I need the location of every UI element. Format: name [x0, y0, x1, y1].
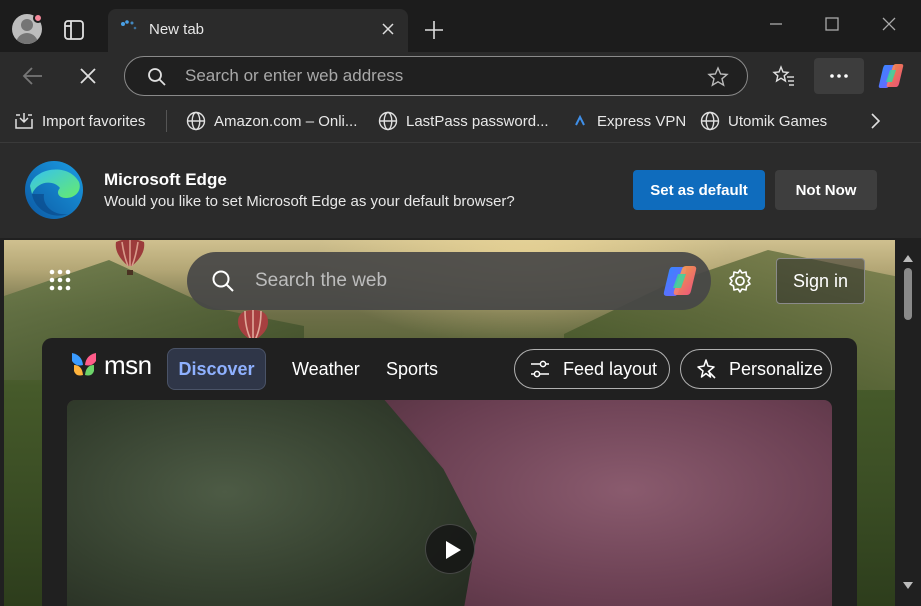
favorite-import-favorites[interactable]: Import favorites	[14, 110, 145, 132]
globe-icon	[378, 111, 398, 131]
msn-butterfly-icon	[72, 353, 96, 376]
hot-air-balloon-image	[238, 310, 268, 341]
copilot-icon[interactable]	[661, 264, 699, 298]
favorites-divider	[166, 110, 167, 132]
scrollbar-thumb[interactable]	[904, 268, 912, 320]
scroll-down-arrow-icon[interactable]	[902, 578, 914, 589]
globe-icon	[186, 111, 206, 131]
infobar-title: Microsoft Edge	[104, 170, 227, 189]
avatar-body	[16, 33, 38, 44]
new-tab-page: Sign in msn Discover Weather Sports Feed…	[4, 240, 895, 606]
expressvpn-icon	[575, 114, 585, 126]
back-arrow-icon[interactable]	[20, 64, 46, 88]
favorite-label: Amazon.com – Onli...	[214, 112, 358, 130]
settings-and-more-button[interactable]	[814, 58, 864, 94]
tab-actions-icon[interactable]	[60, 16, 88, 44]
favorite-label: Express VPN	[597, 112, 687, 130]
not-now-button[interactable]: Not Now	[775, 170, 877, 210]
msn-brand-text: msn	[104, 349, 152, 380]
apps-launcher-icon[interactable]	[48, 268, 72, 292]
tab-title: New tab	[149, 21, 205, 38]
favorite-express-vpn[interactable]: Express VPN	[571, 110, 686, 132]
featured-video[interactable]	[67, 400, 832, 606]
window-close-icon[interactable]	[877, 12, 901, 36]
msn-feed: msn Discover Weather Sports Feed layout …	[42, 338, 857, 606]
tab-sports[interactable]: Sports	[386, 348, 438, 390]
favorite-label: Utomik Games	[728, 112, 828, 130]
new-tab-button[interactable]	[422, 18, 446, 42]
favorite-label: LastPass password...	[406, 112, 549, 130]
favorites-bar: Import favorites Amazon.com – Onli... La…	[0, 100, 921, 142]
page-settings-gear-icon[interactable]	[727, 268, 753, 294]
edge-logo-icon	[24, 160, 84, 220]
favorite-lastpass[interactable]: LastPass password...	[378, 110, 549, 132]
personalize-label: Personalize	[729, 358, 824, 379]
tab-new-tab[interactable]: New tab	[108, 9, 408, 52]
profile-notification-dot	[33, 13, 43, 23]
sliders-icon	[531, 360, 549, 378]
play-icon	[446, 541, 461, 559]
search-icon	[211, 269, 235, 293]
personalize-button[interactable]: Personalize	[680, 349, 832, 389]
tab-close-icon[interactable]	[380, 21, 396, 37]
search-icon	[147, 67, 167, 87]
tab-weather[interactable]: Weather	[292, 348, 360, 390]
minimize-icon[interactable]	[764, 12, 788, 36]
web-search-box[interactable]	[187, 252, 711, 310]
scroll-up-arrow-icon[interactable]	[902, 250, 914, 262]
tab-strip: New tab	[0, 0, 921, 52]
web-search-input[interactable]	[255, 269, 635, 293]
address-bar[interactable]	[124, 56, 748, 96]
address-input[interactable]	[185, 65, 685, 87]
set-as-default-button[interactable]: Set as default	[633, 170, 765, 210]
toolbar	[0, 52, 921, 100]
hot-air-balloon-image	[115, 240, 145, 275]
default-browser-infobar: Microsoft Edge Would you like to set Mic…	[0, 142, 921, 238]
stop-loading-icon[interactable]	[78, 66, 98, 86]
favorite-utomik-games[interactable]: Utomik Games	[700, 110, 827, 132]
sign-in-button[interactable]: Sign in	[776, 258, 865, 304]
feed-layout-label: Feed layout	[563, 358, 658, 379]
msn-logo[interactable]: msn	[68, 348, 152, 382]
page-scrollbar[interactable]	[895, 240, 921, 606]
add-favorite-star-icon[interactable]	[707, 66, 729, 88]
favorite-amazon[interactable]: Amazon.com – Onli...	[186, 110, 357, 132]
video-thumbnail-image	[67, 400, 477, 606]
infobar-message: Would you like to set Microsoft Edge as …	[104, 193, 515, 210]
maximize-icon[interactable]	[820, 12, 844, 36]
globe-icon	[700, 111, 720, 131]
copilot-icon[interactable]	[876, 62, 906, 90]
import-icon	[15, 113, 33, 129]
favorite-label: Import favorites	[42, 112, 146, 130]
avatar-head	[21, 19, 33, 31]
chevron-right-icon[interactable]	[866, 110, 886, 132]
play-button[interactable]	[425, 524, 475, 574]
favorites-icon[interactable]	[772, 64, 796, 88]
tab-discover[interactable]: Discover	[167, 348, 266, 390]
sparkle-edit-icon	[697, 359, 716, 379]
loading-spinner-icon	[120, 19, 138, 37]
feed-layout-button[interactable]: Feed layout	[514, 349, 670, 389]
